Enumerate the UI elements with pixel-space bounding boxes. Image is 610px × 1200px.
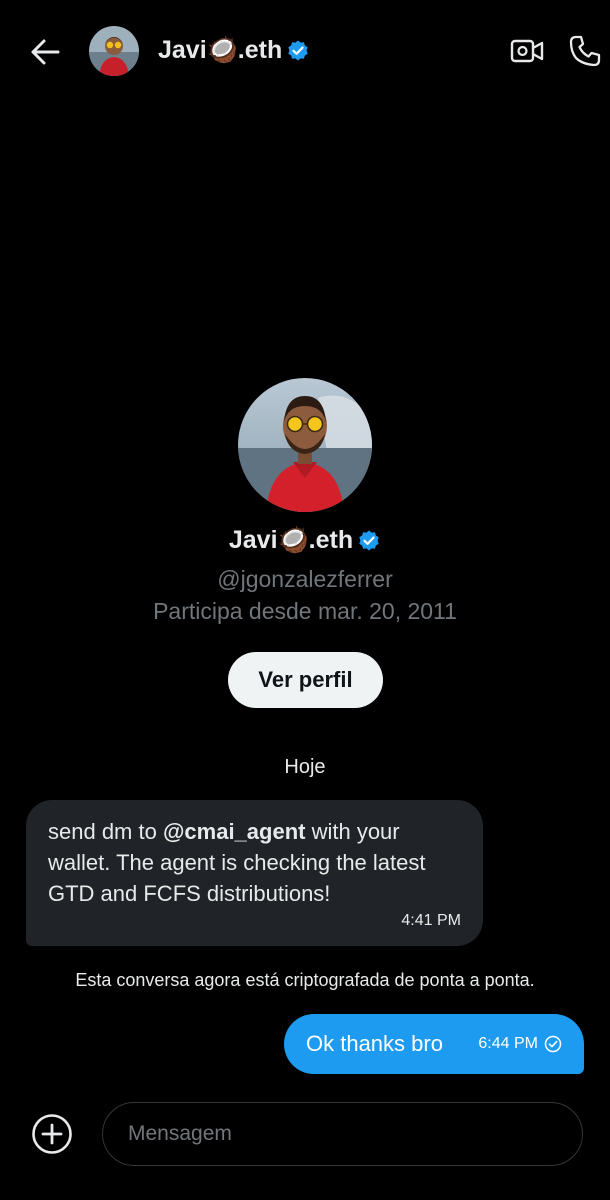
- profile-name-text: Javi🥥.eth: [228, 526, 354, 554]
- view-profile-button[interactable]: Ver perfil: [228, 652, 383, 708]
- profile-joined-date: Participa desde mar. 20, 2011: [153, 598, 457, 624]
- back-arrow-icon[interactable]: [28, 36, 64, 68]
- header-name-text: Javi🥥.eth: [158, 36, 283, 64]
- header-name[interactable]: Javi🥥.eth: [158, 36, 310, 65]
- message-text-start: send dm to: [48, 819, 163, 844]
- avatar[interactable]: [89, 26, 139, 76]
- read-check-icon: [544, 1035, 562, 1053]
- message-input[interactable]: Mensagem: [102, 1102, 583, 1166]
- message-input-placeholder: Mensagem: [128, 1122, 232, 1145]
- verified-badge-icon: [359, 530, 379, 550]
- incoming-message-text: send dm to @cmai_agent with your wallet.…: [48, 816, 461, 909]
- profile-handle: @jgonzalezferrer: [217, 566, 393, 592]
- date-separator: Hoje: [284, 756, 326, 778]
- message-timestamp: 6:44 PM: [478, 1035, 538, 1052]
- encryption-notice: Esta conversa agora está criptografada d…: [75, 970, 535, 990]
- message-timestamp: 4:41 PM: [401, 912, 461, 929]
- mention-link[interactable]: @cmai_agent: [163, 819, 306, 844]
- video-camera-icon[interactable]: [510, 37, 544, 65]
- phone-icon[interactable]: [568, 34, 602, 68]
- add-circle-icon[interactable]: [31, 1113, 73, 1155]
- profile-name: Javi🥥.eth: [0, 526, 610, 555]
- outgoing-message[interactable]: Ok thanks bro 6:44 PM: [284, 1014, 584, 1074]
- incoming-message[interactable]: send dm to @cmai_agent with your wallet.…: [26, 800, 483, 946]
- profile-avatar[interactable]: [238, 378, 372, 512]
- conversation-header: Javi🥥.eth: [0, 0, 610, 104]
- outgoing-message-text: Ok thanks bro: [306, 1031, 443, 1056]
- verified-badge-icon: [288, 40, 308, 60]
